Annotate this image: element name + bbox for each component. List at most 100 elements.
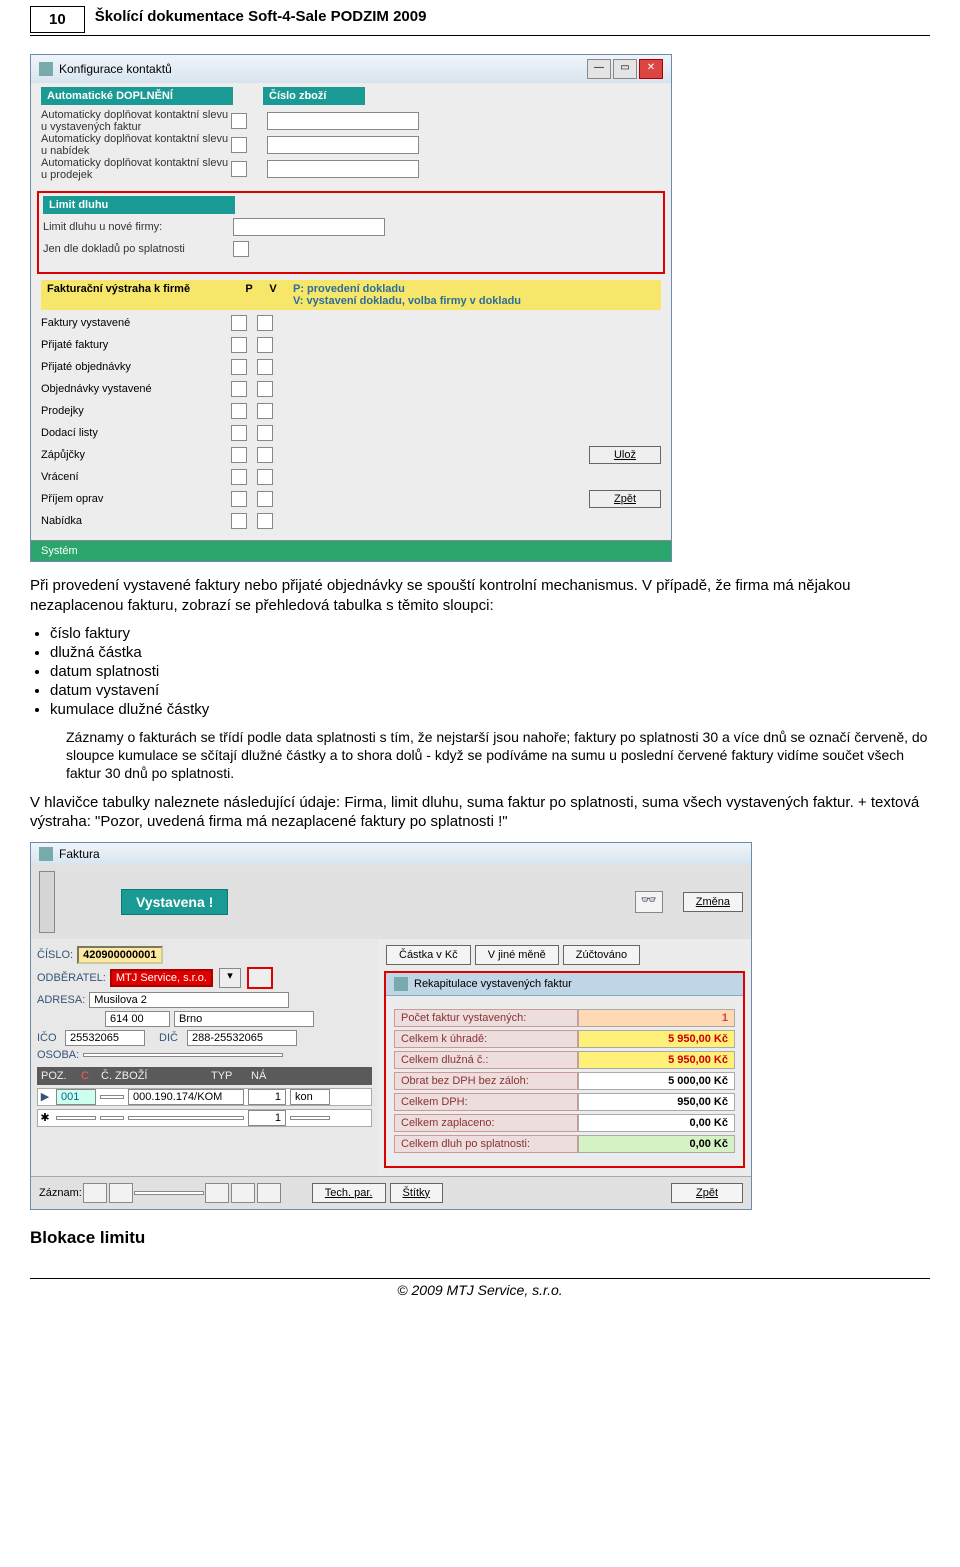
text-input[interactable] [233,218,385,236]
customer-card-icon[interactable] [247,967,273,989]
text-input[interactable] [267,112,419,130]
row-marker-icon[interactable]: ▶ [38,1090,52,1103]
checkbox[interactable] [257,381,273,397]
minimize-button[interactable]: — [587,59,611,79]
window-titlebar: Konfigurace kontaktů — ▭ ✕ [31,55,671,83]
item-qty[interactable]: 1 [248,1110,286,1126]
back-button[interactable]: Zpět [589,490,661,508]
tech-par-button[interactable]: Tech. par. [312,1183,386,1203]
text-input[interactable] [267,160,419,178]
customer-name[interactable]: MTJ Service, s.r.o. [110,969,213,987]
checkbox[interactable] [231,403,247,419]
ico-input[interactable]: 25532065 [65,1030,145,1046]
checkbox[interactable] [231,425,247,441]
close-button[interactable]: ✕ [639,59,663,79]
nav-last-icon[interactable] [231,1183,255,1203]
item-poz[interactable] [56,1116,96,1120]
system-bar[interactable]: Systém [31,540,671,561]
new-row-icon[interactable]: ✱ [38,1111,52,1124]
checkbox[interactable] [257,359,273,375]
checkbox[interactable] [231,337,247,353]
col-p: P [237,283,261,307]
checkbox[interactable] [233,241,249,257]
item-code[interactable] [128,1116,244,1120]
change-button[interactable]: Změna [683,892,743,912]
check-label: Vrácení [41,471,231,483]
binoculars-icon[interactable]: 👓 [635,891,663,913]
auto-label-1: Automaticky doplňovat kontaktní slevu u … [41,133,231,157]
hint-text: P: provedení dokladuV: vystavení dokladu… [285,283,655,307]
tab-zuct[interactable]: Zúčtováno [563,945,640,965]
checkbox[interactable] [231,491,247,507]
checkbox[interactable] [257,403,273,419]
city-input[interactable]: Brno [174,1011,314,1027]
checkbox[interactable] [257,447,273,463]
text-input[interactable] [267,136,419,154]
back-button[interactable]: Zpět [671,1183,743,1203]
checkbox[interactable] [231,315,247,331]
window-title: Konfigurace kontaktů [59,62,172,76]
dic-input[interactable]: 288-25532065 [187,1030,297,1046]
auto-label-2: Automaticky doplňovat kontaktní slevu u … [41,157,231,181]
check-label: Dodací listy [41,427,231,439]
label-osoba: OSOBA: [37,1049,79,1061]
item-na[interactable]: kon [290,1089,330,1105]
save-button[interactable]: Ulož [589,446,661,464]
limit-label-0: Limit dluhu u nové firmy: [43,221,233,233]
check-label: Přijaté objednávky [41,361,231,373]
checkbox[interactable] [257,469,273,485]
checkbox[interactable] [231,161,247,177]
check-label: Přijaté faktury [41,339,231,351]
item-poz[interactable]: 001 [56,1089,96,1105]
invoice-number[interactable]: 420900000001 [77,946,162,964]
checkbox[interactable] [231,513,247,529]
item-qty[interactable]: 1 [248,1089,286,1105]
checkbox[interactable] [257,513,273,529]
checkbox[interactable] [231,447,247,463]
invoice-bottom-bar: Záznam: Tech. par. Štítky Zpět [31,1176,751,1209]
nav-first-icon[interactable] [83,1183,107,1203]
checkbox[interactable] [257,491,273,507]
item-c[interactable] [100,1095,124,1099]
recap-value: 0,00 Kč [578,1114,735,1132]
recap-label: Počet faktur vystavených: [394,1009,578,1027]
recap-label: Celkem dluh po splatnosti: [394,1135,578,1153]
zip-input[interactable]: 614 00 [105,1011,170,1027]
recap-label: Celkem zaplaceno: [394,1114,578,1132]
labels-button[interactable]: Štítky [390,1183,444,1203]
lookup-icon[interactable]: ▾ [219,968,241,988]
checkbox[interactable] [231,469,247,485]
maximize-button[interactable]: ▭ [613,59,637,79]
checkbox[interactable] [231,359,247,375]
auto-fields: Automaticky doplňovat kontaktní slevu u … [31,107,671,187]
label-dic: DIČ [159,1032,183,1044]
checkbox[interactable] [231,381,247,397]
recap-value: 5 950,00 Kč [578,1051,735,1069]
person-input[interactable] [83,1053,283,1057]
tab-mena[interactable]: V jiné měně [475,945,559,965]
page-footer: © 2009 MTJ Service, s.r.o. [30,1278,930,1298]
checkbox[interactable] [231,137,247,153]
nav-new-icon[interactable] [257,1183,281,1203]
recap-value: 1 [578,1009,735,1027]
record-number[interactable] [134,1191,204,1195]
bullet-list: číslo faktury dlužná částka datum splatn… [50,625,930,718]
checkbox[interactable] [257,425,273,441]
tab-castka[interactable]: Částka v Kč [386,945,471,965]
nav-next-icon[interactable] [205,1183,229,1203]
address-input[interactable]: Musilova 2 [89,992,289,1008]
sidebar-handle[interactable] [39,871,55,933]
page-number: 10 [30,6,85,33]
recap-icon [394,977,408,991]
item-na[interactable] [290,1116,330,1120]
checkbox[interactable] [257,315,273,331]
section-heading: Blokace limitu [30,1228,930,1248]
item-code[interactable]: 000.190.174/KOM [128,1089,244,1105]
recap-titlebar: Rekapitulace vystavených faktur [386,973,743,996]
label-adresa: ADRESA: [37,994,85,1006]
invoice-left-pane: ČÍSLO:420900000001 ODBĚRATEL:MTJ Service… [31,939,378,1176]
checkbox[interactable] [231,113,247,129]
nav-prev-icon[interactable] [109,1183,133,1203]
checkbox[interactable] [257,337,273,353]
item-c[interactable] [100,1116,124,1120]
